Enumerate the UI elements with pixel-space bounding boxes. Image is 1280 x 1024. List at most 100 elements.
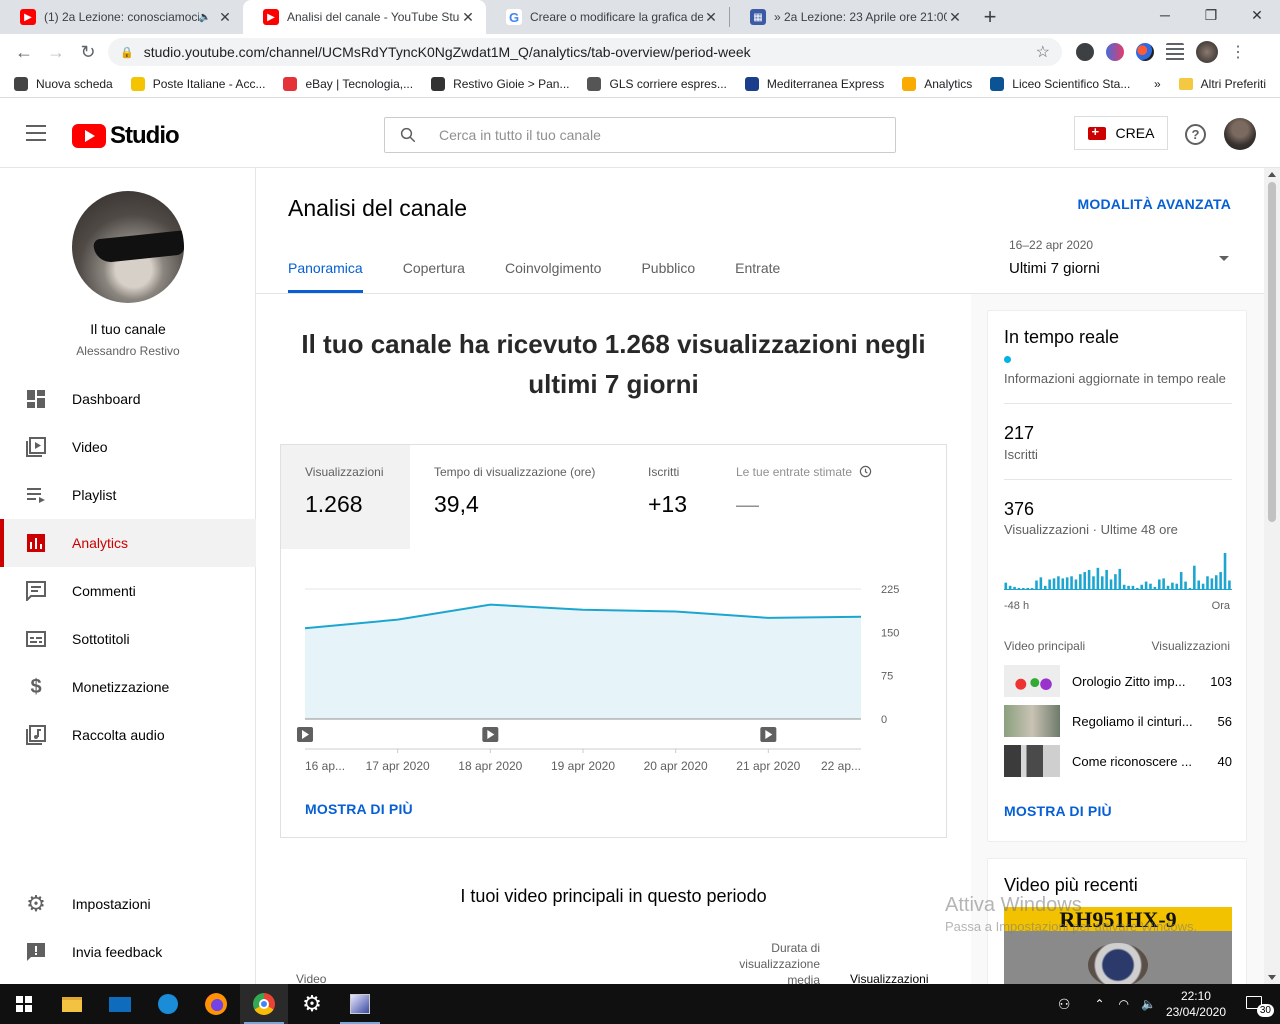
url-text[interactable]: studio.youtube.com/channel/UCMsRdYTyncK0…: [144, 44, 1036, 60]
video-title[interactable]: Orologio Zitto imp...: [1072, 674, 1198, 689]
settings-icon[interactable]: ⚙: [288, 984, 336, 1024]
recent-video-thumbnail[interactable]: RH951HX-9: [1004, 907, 1232, 984]
show-more-button[interactable]: MOSTRA DI PIÙ: [305, 801, 413, 817]
video-thumbnail[interactable]: [1004, 665, 1060, 697]
scroll-up-arrow[interactable]: [1268, 172, 1276, 177]
reload-button[interactable]: ↻: [72, 36, 104, 68]
people-icon[interactable]: ⚇: [1058, 996, 1071, 1013]
metric-revenue[interactable]: Le tue entrate stimate —: [712, 445, 912, 549]
sidebar-item-monetizzazione[interactable]: $ Monetizzazione: [0, 663, 256, 711]
firefox-icon[interactable]: [192, 984, 240, 1024]
top-video-row[interactable]: Come riconoscere ... 40: [1004, 745, 1232, 777]
tab-entrate[interactable]: Entrate: [735, 260, 780, 293]
help-icon[interactable]: ?: [1185, 124, 1206, 145]
bookmark-item[interactable]: Analytics: [902, 76, 972, 91]
speaker-icon[interactable]: 🔈: [199, 12, 211, 23]
browser-tab[interactable]: ▦ » 2a Lezione: 23 Aprile ore 21:00 ✕: [730, 0, 973, 34]
bookmarks-overflow-icon[interactable]: »: [1154, 77, 1161, 91]
metric-views[interactable]: Visualizzazioni 1.268: [281, 445, 410, 549]
other-bookmarks[interactable]: » Altri Preferiti: [1154, 77, 1266, 91]
restore-button[interactable]: ❐: [1188, 0, 1234, 30]
metric-watch-time[interactable]: Tempo di visualizzazione (ore) 39,4: [410, 445, 624, 549]
close-window-button[interactable]: ✕: [1234, 0, 1280, 30]
other-bookmarks-label[interactable]: Altri Preferiti: [1201, 77, 1266, 91]
sidebar-item-raccolta-audio[interactable]: Raccolta audio: [0, 711, 256, 759]
close-tab-icon[interactable]: ✕: [460, 9, 476, 26]
close-tab-icon[interactable]: ✕: [217, 9, 233, 26]
app-icon[interactable]: [336, 984, 384, 1024]
realtime-sparkline[interactable]: [1004, 551, 1232, 591]
lock-icon[interactable]: 🔒: [120, 46, 134, 59]
top-video-row[interactable]: Orologio Zitto imp... 103: [1004, 665, 1232, 697]
video-thumbnail[interactable]: [1004, 745, 1060, 777]
chevron-up-icon[interactable]: ⌃: [1094, 997, 1104, 1011]
sidebar-item-impostazioni[interactable]: ⚙ Impostazioni: [0, 880, 256, 928]
close-tab-icon[interactable]: ✕: [947, 9, 963, 26]
video-thumbnail[interactable]: [1004, 705, 1060, 737]
bookmark-item[interactable]: eBay | Tecnologia,...: [283, 76, 413, 91]
video-title[interactable]: Regoliamo il cinturi...: [1072, 714, 1198, 729]
bookmark-item[interactable]: GLS corriere espres...: [587, 76, 727, 91]
sidebar-item-video[interactable]: Video: [0, 423, 256, 471]
column-header-video[interactable]: Video: [296, 972, 326, 984]
top-video-row[interactable]: Regoliamo il cinturi... 56: [1004, 705, 1232, 737]
mail-icon[interactable]: [96, 984, 144, 1024]
studio-logo[interactable]: Studio: [72, 122, 180, 150]
notification-center-icon[interactable]: 30: [1244, 993, 1274, 1017]
bookmark-item[interactable]: Liceo Scientifico Sta...: [990, 76, 1130, 91]
forward-button[interactable]: →: [40, 36, 72, 68]
sidebar-item-sottotitoli[interactable]: Sottotitoli: [0, 615, 256, 663]
browser-tab[interactable]: ▶ (1) 2a Lezione: conosciamoci 🔈 ✕: [0, 0, 243, 34]
browser-tab-active[interactable]: ▶ Analisi del canale - YouTube Studio ✕: [243, 0, 486, 34]
video-published-marker-icon[interactable]: [297, 727, 313, 742]
sidebar-item-analytics[interactable]: Analytics: [0, 519, 256, 567]
chrome-icon[interactable]: [240, 984, 288, 1024]
media-control-icon[interactable]: [1166, 43, 1184, 61]
search-input[interactable]: [439, 127, 881, 143]
realtime-show-more-button[interactable]: MOSTRA DI PIÙ: [1004, 803, 1112, 819]
browser-tab[interactable]: G Creare o modificare la grafica del ✕: [486, 0, 729, 34]
clock[interactable]: 22:10 23/04/2020: [1166, 988, 1226, 1020]
video-published-marker-icon[interactable]: [760, 727, 777, 742]
sidebar-item-playlist[interactable]: Playlist: [0, 471, 256, 519]
video-title[interactable]: Come riconoscere ...: [1072, 754, 1198, 769]
bookmark-item[interactable]: Nuova scheda: [14, 76, 113, 91]
channel-search-box[interactable]: [384, 117, 896, 153]
tab-panoramica[interactable]: Panoramica: [288, 260, 363, 293]
scrollbar-thumb[interactable]: [1268, 182, 1276, 522]
omnibox[interactable]: 🔒 studio.youtube.com/channel/UCMsRdYTync…: [108, 38, 1062, 66]
minimize-button[interactable]: ─: [1142, 0, 1188, 30]
extension-icon[interactable]: [1076, 43, 1094, 61]
column-header-views[interactable]: Visualizzazioni: [850, 972, 929, 984]
bookmark-star-icon[interactable]: ☆: [1036, 42, 1050, 62]
sidebar-item-invia-feedback[interactable]: Invia feedback: [0, 928, 256, 976]
bookmark-item[interactable]: Mediterranea Express: [744, 76, 884, 91]
metric-subscribers[interactable]: Iscritti +13: [624, 445, 712, 549]
scroll-down-arrow[interactable]: [1268, 975, 1276, 980]
sidebar-item-dashboard[interactable]: Dashboard: [0, 375, 256, 423]
create-button[interactable]: CREA: [1074, 116, 1168, 150]
sidebar-item-commenti[interactable]: Commenti: [0, 567, 256, 615]
period-selector[interactable]: 16–22 apr 2020 Ultimi 7 giorni: [1009, 238, 1229, 277]
file-explorer-icon[interactable]: [48, 984, 96, 1024]
advanced-mode-button[interactable]: MODALITÀ AVANZATA: [1078, 196, 1231, 212]
bookmark-item[interactable]: Poste Italiane - Acc...: [130, 76, 265, 91]
video-published-marker-icon[interactable]: [482, 727, 499, 742]
close-tab-icon[interactable]: ✕: [703, 9, 719, 26]
new-tab-button[interactable]: +: [973, 0, 1007, 34]
column-header-avg-duration[interactable]: Durata di visualizzazione media: [720, 940, 820, 984]
menu-kebab-icon[interactable]: ⋮: [1230, 42, 1246, 62]
profile-avatar[interactable]: [1196, 41, 1218, 63]
outlook-icon[interactable]: [144, 984, 192, 1024]
account-avatar[interactable]: [1224, 118, 1256, 150]
hamburger-menu-icon[interactable]: [26, 125, 46, 141]
tab-coinvolgimento[interactable]: Coinvolgimento: [505, 260, 602, 293]
tab-copertura[interactable]: Copertura: [403, 260, 465, 293]
tab-pubblico[interactable]: Pubblico: [641, 260, 695, 293]
page-scrollbar[interactable]: [1264, 168, 1280, 984]
extension-icon[interactable]: [1136, 43, 1154, 61]
back-button[interactable]: ←: [8, 36, 40, 68]
windows-start-icon[interactable]: [0, 984, 48, 1024]
volume-icon[interactable]: 🔈: [1141, 997, 1156, 1011]
channel-avatar[interactable]: [72, 191, 184, 303]
